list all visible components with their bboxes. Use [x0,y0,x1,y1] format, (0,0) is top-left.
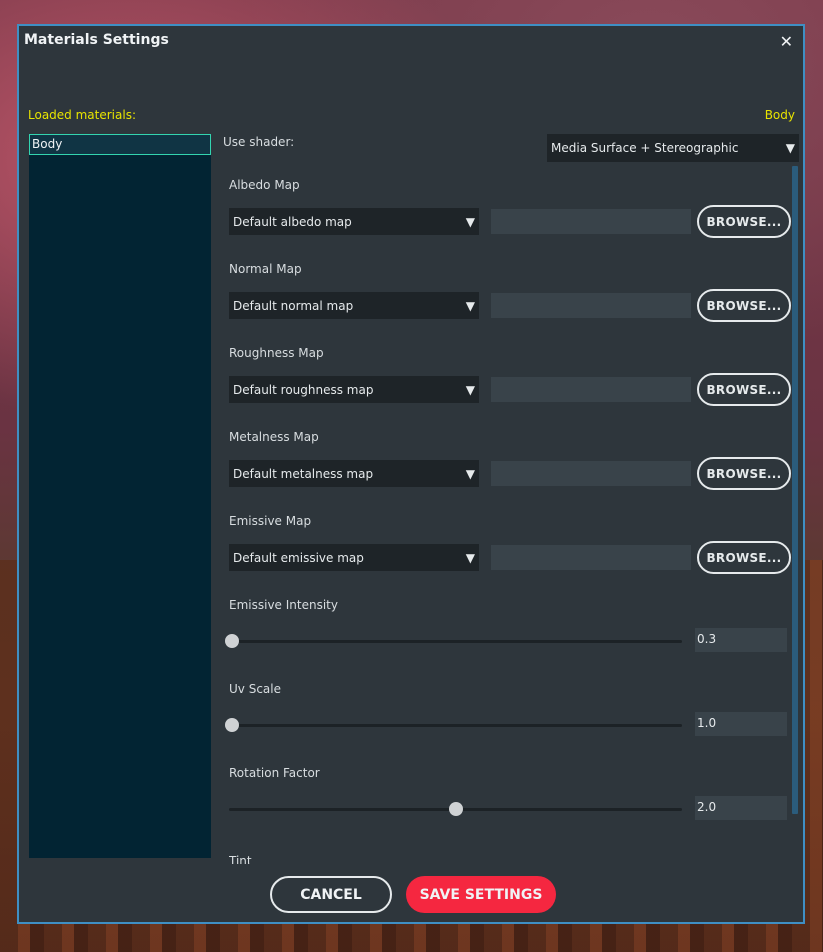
close-icon[interactable]: ✕ [780,32,793,51]
emissive-map-label: Emissive Map [229,514,312,528]
save-settings-button[interactable]: SAVE SETTINGS [406,876,556,913]
emissive-map-path-field[interactable] [491,545,691,570]
normal-map-label: Normal Map [229,262,302,276]
emissive-intensity-label: Emissive Intensity [229,598,338,612]
shader-label: Use shader: [223,135,295,149]
material-item-body[interactable]: Body [29,134,211,155]
dropdown-arrow-icon: ▼ [465,214,475,229]
rotation-factor-value-field[interactable]: 2.0 [695,796,787,820]
emissive-map-dropdown-value: Default emissive map [233,550,364,565]
selected-material-label: Body [764,108,795,122]
roughness-map-browse-button[interactable]: BROWSE... [697,373,791,406]
dropdown-arrow-icon: ▼ [465,382,475,397]
scrollbar[interactable] [792,166,798,814]
albedo-map-label: Albedo Map [229,178,300,192]
roughness-map-path-field[interactable] [491,377,691,402]
rotation-factor-label: Rotation Factor [229,766,320,780]
uv-scale-value-field[interactable]: 1.0 [695,712,787,736]
metalness-map-label: Metalness Map [229,430,319,444]
albedo-map-browse-button[interactable]: BROWSE... [697,205,791,238]
cancel-button[interactable]: CANCEL [270,876,392,913]
roughness-map-label: Roughness Map [229,346,324,360]
materials-list: Body [29,134,211,858]
metalness-map-browse-button[interactable]: BROWSE... [697,457,791,490]
shader-dropdown-value: Media Surface + Stereographic [551,141,739,155]
normal-map-dropdown[interactable]: Default normal map ▼ [229,292,479,319]
dropdown-arrow-icon: ▼ [465,298,475,313]
materials-settings-dialog: Materials Settings ✕ Loaded materials: B… [17,24,805,924]
albedo-map-dropdown-value: Default albedo map [233,214,352,229]
dropdown-arrow-icon: ▼ [465,466,475,481]
uv-scale-slider-thumb[interactable] [225,718,239,732]
roughness-map-dropdown-value: Default roughness map [233,382,374,397]
dropdown-arrow-icon: ▼ [465,550,475,565]
dropdown-arrow-icon: ▼ [785,141,795,155]
metalness-map-dropdown[interactable]: Default metalness map ▼ [229,460,479,487]
loaded-materials-label: Loaded materials: [28,108,136,122]
albedo-map-dropdown[interactable]: Default albedo map ▼ [229,208,479,235]
emissive-intensity-slider-track[interactable] [229,640,682,643]
emissive-map-dropdown[interactable]: Default emissive map ▼ [229,544,479,571]
dialog-title: Materials Settings [24,32,169,48]
shader-dropdown[interactable]: Media Surface + Stereographic ▼ [547,134,799,162]
uv-scale-slider-track[interactable] [229,724,682,727]
tint-label: Tint [229,854,252,864]
normal-map-dropdown-value: Default normal map [233,298,354,313]
normal-map-browse-button[interactable]: BROWSE... [697,289,791,322]
albedo-map-path-field[interactable] [491,209,691,234]
rotation-factor-slider-thumb[interactable] [448,802,463,816]
metalness-map-path-field[interactable] [491,461,691,486]
roughness-map-dropdown[interactable]: Default roughness map ▼ [229,376,479,403]
metalness-map-dropdown-value: Default metalness map [233,466,374,481]
emissive-map-browse-button[interactable]: BROWSE... [697,541,791,574]
uv-scale-label: Uv Scale [229,682,281,696]
emissive-intensity-value-field[interactable]: 0.3 [695,628,787,652]
normal-map-path-field[interactable] [491,293,691,318]
emissive-intensity-slider-thumb[interactable] [225,634,239,648]
